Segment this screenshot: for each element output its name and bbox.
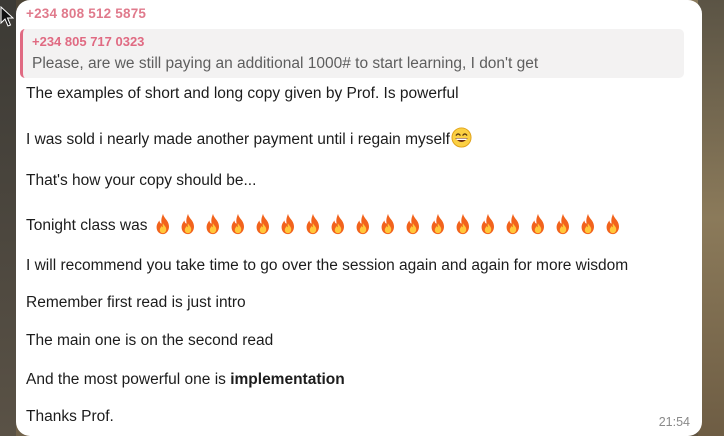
message-line-text: Tonight class was xyxy=(26,217,148,234)
mouse-cursor-icon xyxy=(0,6,14,27)
fire-emoji-icon xyxy=(582,213,595,235)
fire-emoji-icon xyxy=(382,213,395,235)
fire-emoji-icon xyxy=(557,213,570,235)
fire-emoji-icon xyxy=(357,213,370,235)
fire-emoji-icon xyxy=(482,213,495,235)
message-line-text: I was sold i nearly made another payment… xyxy=(26,131,450,148)
fire-emoji-icon xyxy=(282,213,295,235)
bold-word: implementation xyxy=(230,371,345,388)
reply-quote[interactable]: +234 805 717 0323 Please, are we still p… xyxy=(20,29,684,78)
chat-wallpaper-left xyxy=(0,0,16,436)
fire-emoji-row xyxy=(151,213,625,235)
fire-emoji-icon xyxy=(607,213,620,235)
message-line: Remember first read is just intro xyxy=(26,294,246,311)
fire-emoji-icon xyxy=(182,213,195,235)
message-line: That's how your copy should be... xyxy=(26,172,257,189)
message-line-text: And the most powerful one is xyxy=(26,371,231,388)
message-line: I will recommend you take time to go ove… xyxy=(26,257,629,274)
message-line: The main one is on the second read xyxy=(26,332,274,349)
fire-emoji-icon xyxy=(332,213,345,235)
message-timestamp: 21:54 xyxy=(658,415,690,429)
fire-emoji-icon xyxy=(207,213,220,235)
sender-name[interactable]: +234 808 512 5875 xyxy=(26,6,146,21)
fire-emoji-icon xyxy=(157,213,170,235)
fire-emoji-icon xyxy=(257,213,270,235)
message-line: Thanks Prof. xyxy=(26,408,114,425)
message-line-with-emoji: I was sold i nearly made another payment… xyxy=(26,127,472,149)
fire-emoji-icon xyxy=(507,213,520,235)
message-bubble[interactable]: +234 808 512 5875 +234 805 717 0323 Plea… xyxy=(16,0,702,436)
message-line-bold: And the most powerful one is implementat… xyxy=(26,371,345,389)
message-line: The examples of short and long copy give… xyxy=(26,85,459,102)
fire-emoji-icon xyxy=(307,213,320,235)
reply-sender-name: +234 805 717 0323 xyxy=(32,34,145,49)
message-line-with-fires: Tonight class was xyxy=(26,213,625,235)
fire-emoji-icon xyxy=(532,213,545,235)
fire-emoji-icon xyxy=(407,213,420,235)
fire-emoji-icon xyxy=(432,213,445,235)
grinning-face-emoji-icon xyxy=(451,127,472,148)
fire-emoji-icon xyxy=(457,213,470,235)
fire-emoji-icon xyxy=(232,213,245,235)
reply-text: Please, are we still paying an additiona… xyxy=(32,55,539,72)
